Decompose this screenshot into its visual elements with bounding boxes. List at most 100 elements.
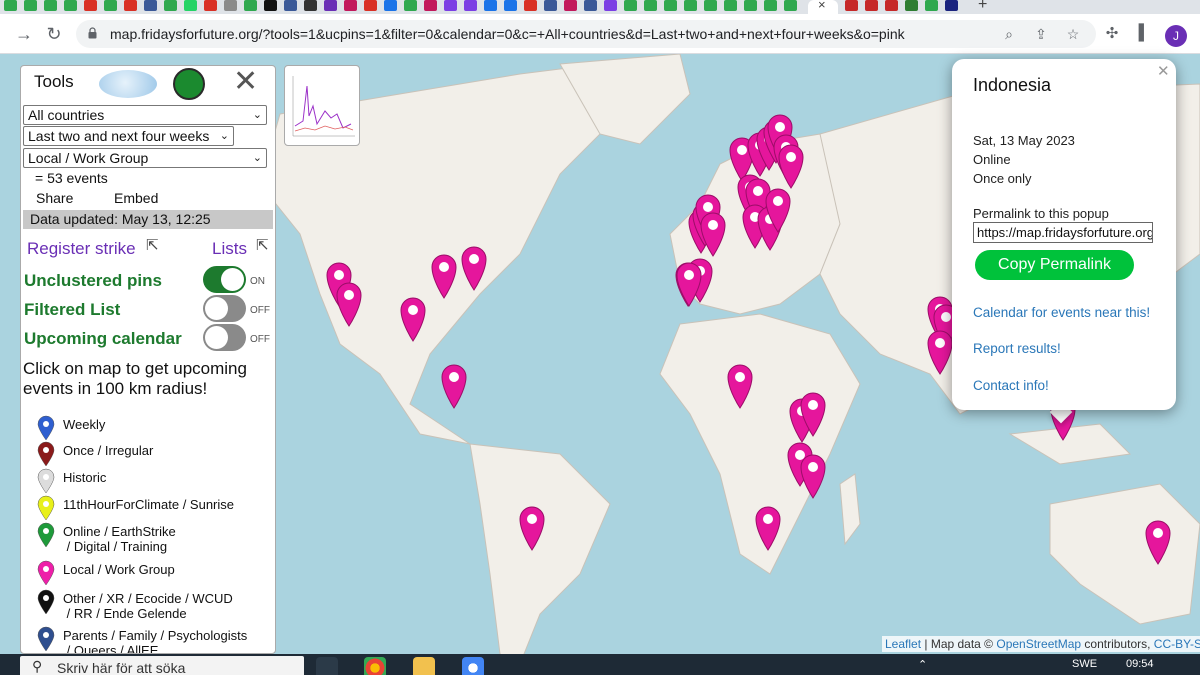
report-results-link[interactable]: Report results! [973,341,1061,356]
tab-favicon-icon[interactable] [44,0,57,11]
tab-favicon-icon[interactable] [104,0,117,11]
tab-favicon-icon[interactable] [364,0,377,11]
tab-favicon-icon[interactable] [124,0,137,11]
tab-favicon-icon[interactable] [845,0,858,11]
tab-favicon-icon[interactable] [724,0,737,11]
new-tab-icon[interactable]: + [978,0,987,14]
filtered-list-switch[interactable] [203,295,246,322]
tab-favicon-icon[interactable] [64,0,77,11]
app-icon[interactable] [462,657,484,675]
type-select[interactable]: Local / Work Group ⌄ [23,148,267,168]
lists-link[interactable]: Lists [212,239,247,259]
toggle-label-unclustered-pins: Unclustered pins [24,271,162,290]
tab-favicon-icon[interactable] [945,0,958,11]
tab-favicon-icon[interactable] [784,0,797,11]
tab-favicon-icon[interactable] [664,0,677,11]
tab-favicon-icon[interactable] [584,0,597,11]
close-popup-icon[interactable]: ✕ [1157,62,1170,80]
osm-link[interactable]: OpenStreetMap [996,637,1081,651]
permalink-label: Permalink to this popup [973,206,1109,221]
tab-favicon-icon[interactable] [504,0,517,11]
land-australia [1049,483,1200,625]
task-view-icon[interactable] [316,657,338,675]
permalink-input[interactable]: https://map.fridaysforfuture.org [973,222,1153,243]
register-strike-link[interactable]: Register strike [27,239,136,259]
leaflet-link[interactable]: Leaflet [885,637,921,651]
tab-favicon-icon[interactable] [184,0,197,11]
profile-avatar[interactable]: J [1165,25,1187,47]
popup-mode: Online [973,152,1011,167]
tab-favicon-icon[interactable] [84,0,97,11]
tab-favicon-icon[interactable] [744,0,757,11]
extensions-icon[interactable]: ✣ [1102,24,1122,44]
chrome-icon[interactable] [364,657,386,675]
tab-favicon-icon[interactable] [444,0,457,11]
country-select[interactable]: All countries ⌄ [23,105,267,125]
legend-label: Historic [63,470,107,485]
close-tab-icon[interactable]: × [818,0,826,12]
tab-favicon-icon[interactable] [544,0,557,11]
event-popup: ✕ Indonesia Sat, 13 May 2023 Online Once… [952,59,1176,410]
tab-favicon-icon[interactable] [344,0,357,11]
reload-icon[interactable]: ↻ [42,22,66,46]
address-bar[interactable]: map.fridaysforfuture.org/?tools=1&ucpins… [76,20,1096,48]
popup-title: Indonesia [973,75,1052,95]
tab-favicon-icon[interactable] [4,0,17,11]
taskbar-search-placeholder: Skriv här för att söka [57,660,186,675]
tab-favicon-icon[interactable] [384,0,397,11]
copy-permalink-button[interactable]: Copy Permalink [975,250,1134,280]
tab-favicon-icon[interactable] [604,0,617,11]
forward-icon[interactable]: → [12,22,36,46]
tab-favicon-icon[interactable] [644,0,657,11]
tab-favicon-icon[interactable] [524,0,537,11]
tab-favicon-icon[interactable] [704,0,717,11]
share-link[interactable]: Share [36,190,73,206]
tab-favicon-icon[interactable] [244,0,257,11]
tab-favicon-icon[interactable] [764,0,777,11]
share-page-icon[interactable]: ⇪ [1032,25,1050,43]
contact-info-link[interactable]: Contact info! [973,378,1049,393]
legend-pin-icon [37,589,55,615]
event-pin-icon[interactable] [441,364,467,409]
upcoming-calendar-switch[interactable] [203,324,246,351]
file-explorer-icon[interactable] [413,657,435,675]
tab-favicon-icon[interactable] [624,0,637,11]
license-link[interactable]: CC-BY-S [1154,637,1200,651]
tab-favicon-icon[interactable] [224,0,237,11]
tab-favicon-icon[interactable] [304,0,317,11]
tab-favicon-icon[interactable] [865,0,878,11]
windows-taskbar: ⚲ Skriv här för att söka ⌃ SWE 09:54 [0,654,1200,675]
unclustered-pins-switch[interactable] [203,266,246,293]
tab-favicon-icon[interactable] [905,0,918,11]
legend-pin-icon [37,495,55,521]
tab-favicon-icon[interactable] [204,0,217,11]
period-select[interactable]: Last two and next four weeks ⌄ [23,126,234,146]
tab-favicon-icon[interactable] [404,0,417,11]
tab-favicon-icon[interactable] [24,0,37,11]
zoom-icon[interactable]: ⌕ [1000,25,1018,43]
tab-favicon-icon[interactable] [464,0,477,11]
tab-favicon-icon[interactable] [264,0,277,11]
tab-favicon-icon[interactable] [564,0,577,11]
tab-favicon-icon[interactable] [284,0,297,11]
calendar-link[interactable]: Calendar for events near this! [973,305,1150,320]
tab-favicon-icon[interactable] [424,0,437,11]
language-indicator[interactable]: SWE [1072,658,1097,670]
tab-favicon-icon[interactable] [164,0,177,11]
tab-favicon-icon[interactable] [144,0,157,11]
tab-favicon-icon[interactable] [925,0,938,11]
taskbar-search[interactable]: ⚲ Skriv här för att söka [20,656,304,675]
external-link-icon[interactable]: ⇱ [146,236,160,254]
close-panel-icon[interactable]: ✕ [233,66,258,99]
embed-link[interactable]: Embed [114,190,158,206]
events-chart-thumbnail[interactable] [284,65,360,146]
tab-favicon-icon[interactable] [684,0,697,11]
side-panel-icon[interactable]: ▌ [1134,24,1154,44]
external-link-icon[interactable]: ⇱ [256,236,270,254]
tray-chevron-icon[interactable]: ⌃ [918,658,927,671]
tab-favicon-icon[interactable] [885,0,898,11]
bookmark-star-icon[interactable]: ☆ [1064,25,1082,43]
tab-favicon-icon[interactable] [484,0,497,11]
clock[interactable]: 09:54 [1126,658,1154,670]
tab-favicon-icon[interactable] [324,0,337,11]
